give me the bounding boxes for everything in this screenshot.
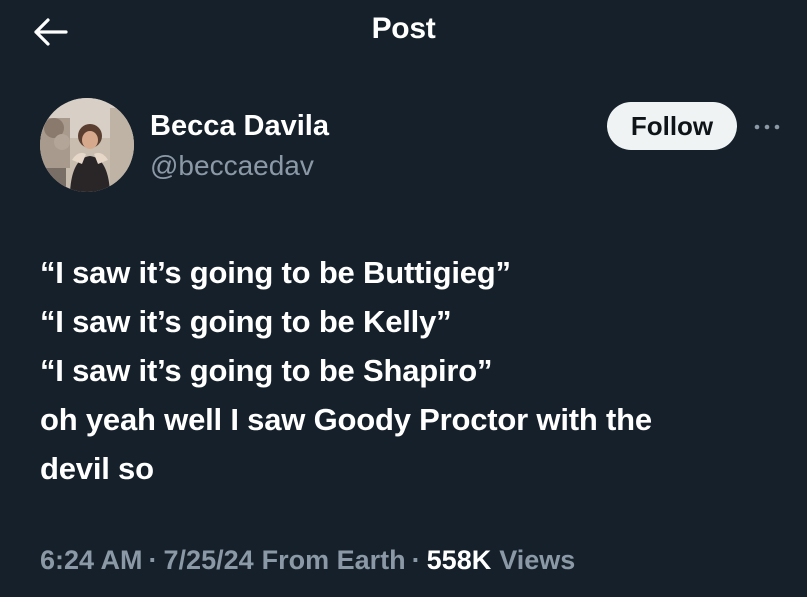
tweet-line: devil so — [40, 451, 154, 486]
top-bar: Post — [0, 0, 807, 64]
tweet-line: oh yeah well I saw Goody Proctor with th… — [40, 402, 652, 437]
tweet-line: “I saw it’s going to be Kelly” — [40, 304, 452, 339]
follow-button[interactable]: Follow — [607, 102, 737, 150]
views-label: Views — [499, 544, 576, 575]
views-count: 558K — [426, 544, 492, 575]
timestamp-time[interactable]: 6:24 AM — [40, 545, 143, 576]
author-name[interactable]: Becca Davila — [150, 110, 329, 143]
tweet-line: “I saw it’s going to be Buttigieg” — [40, 255, 511, 290]
meta-separator: · — [148, 544, 158, 575]
tweet-meta: 6:24 AM · 7/25/24 From Earth · 558K View… — [40, 542, 575, 578]
more-button[interactable] — [752, 112, 782, 142]
timestamp-date[interactable]: 7/25/24 — [164, 545, 254, 576]
more-horizontal-icon — [754, 124, 780, 130]
page-title: Post — [371, 12, 436, 45]
avatar[interactable] — [40, 98, 134, 192]
tweet-text: “I saw it’s going to be Buttigieg” “I sa… — [40, 248, 780, 493]
tweet-line: “I saw it’s going to be Shapiro” — [40, 353, 493, 388]
location-label: From Earth — [261, 544, 406, 575]
profile-photo — [40, 98, 134, 192]
author-block: Becca Davila @beccaedav Follow — [40, 98, 780, 198]
author-handle[interactable]: @beccaedav — [150, 150, 314, 182]
meta-separator: · — [411, 544, 421, 575]
